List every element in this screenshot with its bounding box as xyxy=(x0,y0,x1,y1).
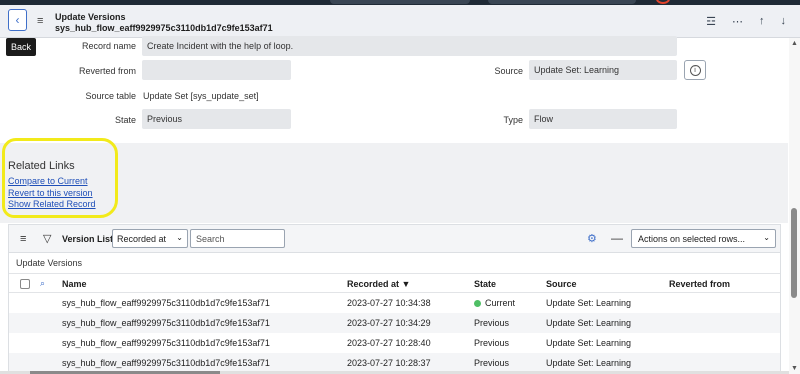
row-source: Update Set: Learning xyxy=(546,298,632,308)
chevron-left-icon: ‹ xyxy=(15,13,20,27)
scroll-up-arrow-icon[interactable]: ▲ xyxy=(789,40,800,47)
row-name[interactable]: sys_hub_flow_eaff9929975c3110db1d7c9fe15… xyxy=(62,318,270,328)
row-state: Previous xyxy=(474,338,510,348)
source-label: Source xyxy=(494,66,523,76)
scroll-down-arrow-icon[interactable]: ▼ xyxy=(789,365,800,372)
top-strip-field xyxy=(330,0,470,4)
record-form: Record name Create Incident with the hel… xyxy=(0,36,788,143)
select-all-checkbox[interactable] xyxy=(20,279,30,289)
record-title: sys_hub_flow_eaff9929975c3110db1d7c9fe15… xyxy=(55,23,273,33)
search-field-select[interactable]: Recorded at ⌄ xyxy=(112,229,188,248)
actions-select[interactable]: Actions on selected rows... ⌄ xyxy=(631,229,776,248)
top-strip-field xyxy=(488,0,636,4)
collapse-icon[interactable]: — xyxy=(611,231,623,245)
row-state: Current xyxy=(474,298,515,308)
row-recorded-at: 2023-07-27 10:28:40 xyxy=(347,338,431,348)
search-icon[interactable]: ⌕ xyxy=(40,278,45,289)
top-strip-indicator xyxy=(656,0,670,4)
search-field-value: Recorded at xyxy=(117,234,167,244)
chevron-down-icon: ⌄ xyxy=(176,233,183,242)
source-info-button[interactable]: i xyxy=(684,60,706,80)
header-actions: ☲ ⋯ ↑ ↓ xyxy=(706,15,786,28)
vertical-scrollbar[interactable]: ▲ ▼ xyxy=(789,38,800,374)
sliders-icon[interactable]: ☲ xyxy=(706,15,716,28)
table-row[interactable]: sys_hub_flow_eaff9929975c3110db1d7c9fe15… xyxy=(9,333,780,353)
row-name[interactable]: sys_hub_flow_eaff9929975c3110db1d7c9fe15… xyxy=(62,338,270,348)
row-state: Previous xyxy=(474,358,510,368)
highlight-annotation xyxy=(2,138,118,218)
form-header: ‹ ≡ Update Versions sys_hub_flow_eaff992… xyxy=(0,5,800,38)
type-field[interactable]: Flow xyxy=(529,109,677,129)
column-recorded-at[interactable]: Recorded at ▼ xyxy=(347,279,410,289)
list-search-input[interactable]: Search xyxy=(190,229,285,248)
row-state: Previous xyxy=(474,318,510,328)
related-links-section: Related Links Compare to Current Revert … xyxy=(0,143,788,223)
actions-label: Actions on selected rows... xyxy=(638,234,746,244)
version-list: ≡ ▽ Version List Recorded at ⌄ Search ⚙ … xyxy=(8,224,781,374)
column-source[interactable]: Source xyxy=(546,279,577,289)
row-source: Update Set: Learning xyxy=(546,338,632,348)
chevron-down-icon: ⌄ xyxy=(763,233,770,242)
back-tooltip: Back xyxy=(6,38,36,56)
row-recorded-at: 2023-07-27 10:28:37 xyxy=(347,358,431,368)
row-source: Update Set: Learning xyxy=(546,358,632,368)
state-label: State xyxy=(114,115,136,125)
table-row[interactable]: sys_hub_flow_eaff9929975c3110db1d7c9fe15… xyxy=(9,293,780,313)
row-state-text: Current xyxy=(485,298,516,308)
table-row[interactable]: sys_hub_flow_eaff9929975c3110db1d7c9fe15… xyxy=(9,313,780,333)
current-status-dot xyxy=(474,300,481,307)
row-name[interactable]: sys_hub_flow_eaff9929975c3110db1d7c9fe15… xyxy=(62,298,270,308)
table-header: ⌕ Name Recorded at ▼ State Source Revert… xyxy=(9,273,780,293)
column-state[interactable]: State xyxy=(474,279,496,289)
record-name-label: Record name xyxy=(81,41,136,51)
ellipsis-icon[interactable]: ⋯ xyxy=(732,15,743,28)
type-label: Type xyxy=(503,115,523,125)
reverted-from-field[interactable] xyxy=(142,60,291,80)
gear-icon[interactable]: ⚙ xyxy=(587,232,597,245)
arrow-up-icon[interactable]: ↑ xyxy=(759,15,765,28)
list-toolbar: ≡ ▽ Version List Recorded at ⌄ Search ⚙ … xyxy=(9,225,780,253)
row-source: Update Set: Learning xyxy=(546,318,632,328)
row-recorded-at: 2023-07-27 10:34:38 xyxy=(347,298,431,308)
list-menu-icon[interactable]: ≡ xyxy=(20,233,26,245)
list-title: Version List xyxy=(62,234,114,244)
state-field[interactable]: Previous xyxy=(142,109,291,129)
form-title: Update Versions xyxy=(55,12,126,22)
column-name[interactable]: Name xyxy=(62,279,87,289)
record-name-field[interactable]: Create Incident with the help of loop. xyxy=(142,36,677,56)
table-row[interactable]: sys_hub_flow_eaff9929975c3110db1d7c9fe15… xyxy=(9,353,780,373)
scroll-thumb[interactable] xyxy=(791,208,797,298)
source-table-label: Source table xyxy=(85,91,136,101)
breadcrumb[interactable]: Update Versions xyxy=(16,258,82,268)
reverted-from-label: Reverted from xyxy=(78,66,136,76)
column-reverted-from[interactable]: Reverted from xyxy=(669,279,730,289)
arrow-down-icon[interactable]: ↓ xyxy=(781,15,787,28)
row-name[interactable]: sys_hub_flow_eaff9929975c3110db1d7c9fe15… xyxy=(62,358,270,368)
hamburger-icon[interactable]: ≡ xyxy=(37,15,43,27)
source-field[interactable]: Update Set: Learning xyxy=(529,60,677,80)
back-button[interactable]: ‹ xyxy=(8,9,27,31)
info-icon: i xyxy=(689,64,701,76)
filter-icon[interactable]: ▽ xyxy=(43,232,51,245)
row-recorded-at: 2023-07-27 10:34:29 xyxy=(347,318,431,328)
source-table-value: Update Set [sys_update_set] xyxy=(143,91,259,101)
